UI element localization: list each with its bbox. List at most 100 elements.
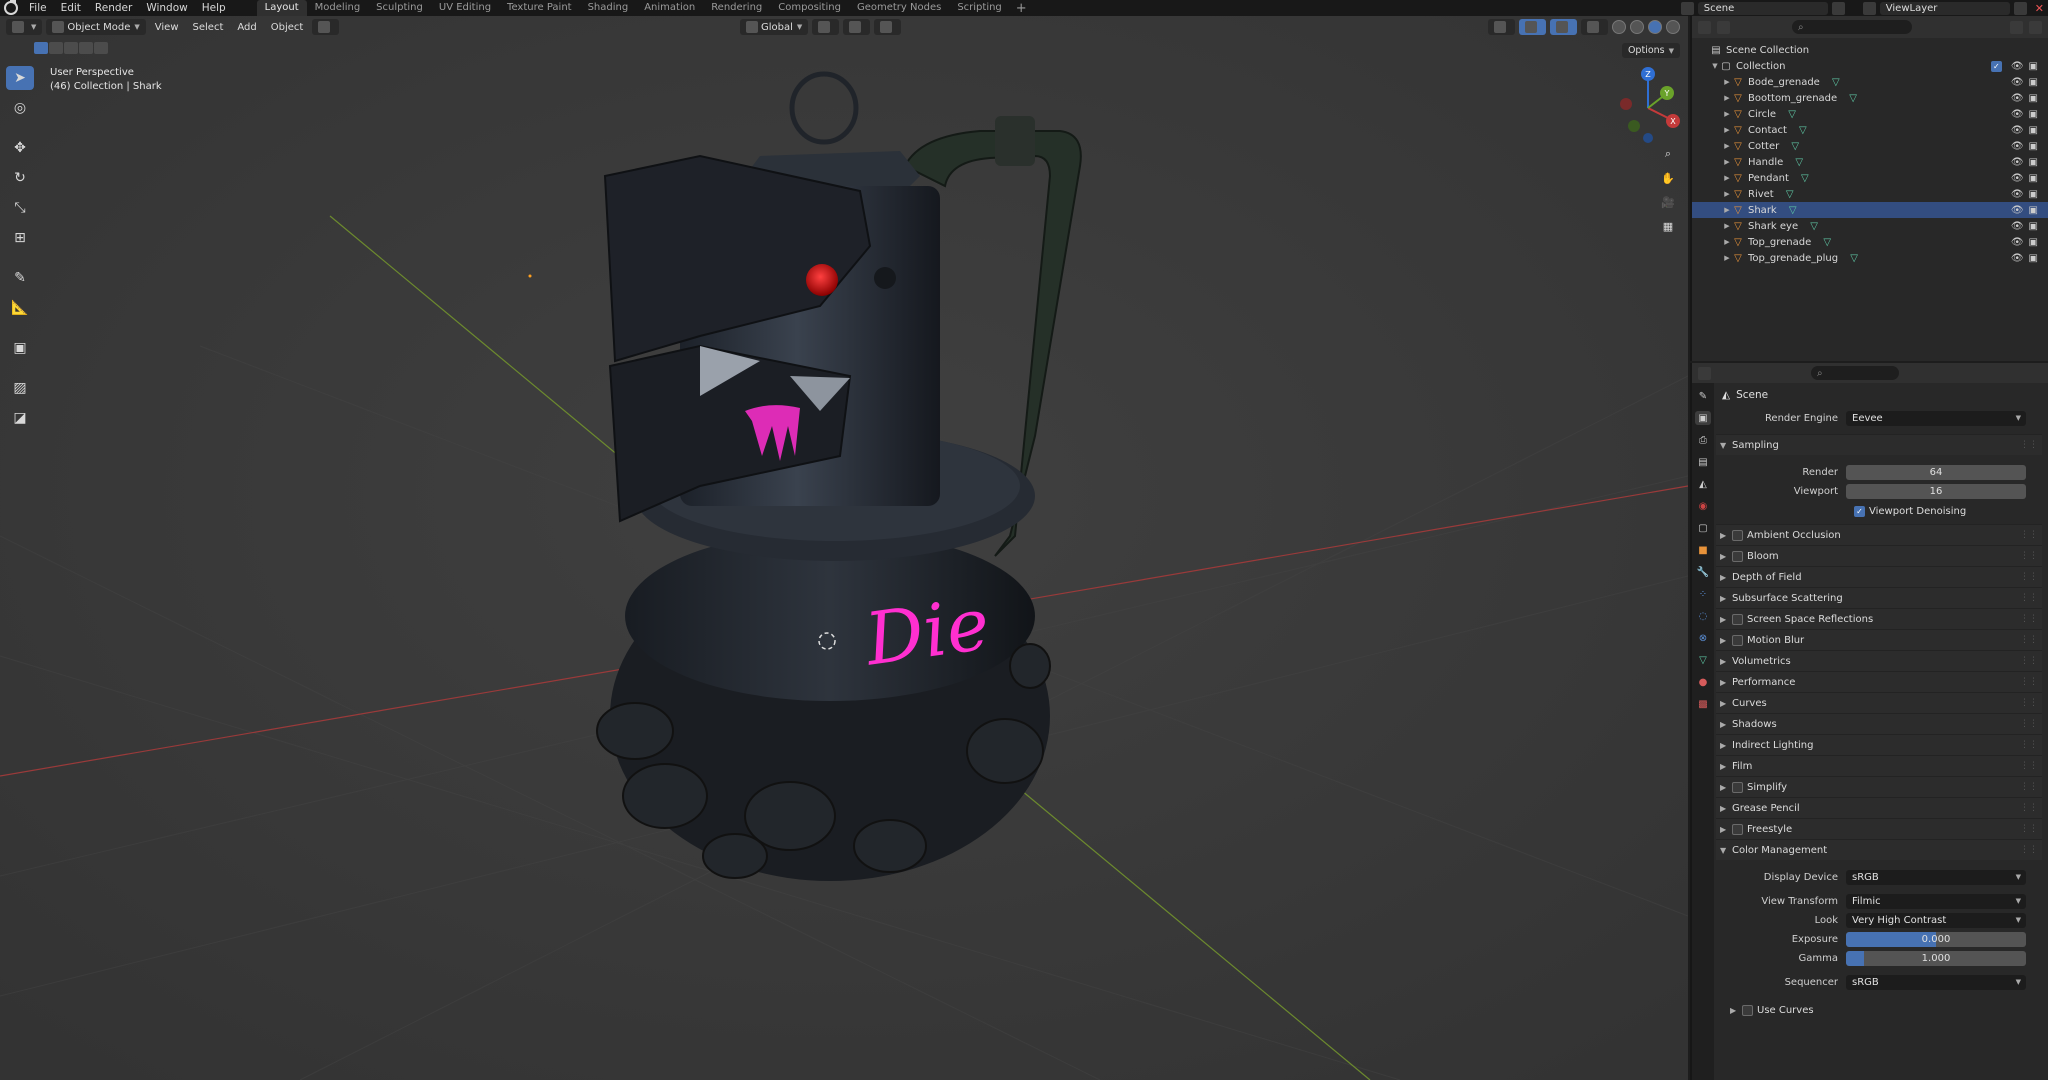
output-tab-icon[interactable]: ⎙	[1695, 433, 1711, 447]
material-tab-icon[interactable]: ●	[1695, 675, 1711, 689]
expand-icon[interactable]: ▶	[1722, 158, 1732, 166]
constraints-tab-icon[interactable]: ⊗	[1695, 631, 1711, 645]
render-panel-header[interactable]: ▶ Performance ⋮⋮	[1716, 671, 2042, 692]
modifier-tab-icon[interactable]: 🔧	[1695, 565, 1711, 579]
select-intersect-icon[interactable]	[94, 42, 108, 54]
expand-icon[interactable]: ▶	[1722, 238, 1732, 246]
zoom-icon[interactable]: ⌕	[1658, 144, 1678, 164]
view-layer-selector[interactable]: ViewLayer	[1879, 1, 2010, 15]
select-invert-icon[interactable]	[79, 42, 93, 54]
properties-editor-icon[interactable]	[1698, 366, 1711, 380]
cursor-tool[interactable]: ◎	[6, 96, 34, 120]
gamma-slider[interactable]: 1.000	[1846, 950, 2026, 966]
camera-icon[interactable]: ▣	[2029, 77, 2038, 88]
outliner-row-collection[interactable]: ▼ ▢ Collection ✓ 👁 ▣	[1692, 58, 2048, 74]
render-panel-header[interactable]: ▶ Film ⋮⋮	[1716, 755, 2042, 776]
drag-handle-icon[interactable]: ⋮⋮	[2020, 572, 2038, 582]
properties-search-input[interactable]: ⌕	[1811, 366, 1899, 380]
expand-icon[interactable]: ▶	[1722, 142, 1732, 150]
drag-handle-icon[interactable]: ⋮⋮	[2020, 656, 2038, 666]
mesh-data-icon[interactable]: ▽	[1787, 204, 1799, 216]
panel-enable-checkbox[interactable]	[1732, 613, 1743, 625]
drag-handle-icon[interactable]: ⋮⋮	[2020, 782, 2038, 792]
mesh-data-icon[interactable]: ▽	[1847, 92, 1859, 104]
material-shading-icon[interactable]	[1648, 20, 1662, 34]
object-tab-icon[interactable]: ■	[1695, 543, 1711, 557]
transform-tool[interactable]: ⊞	[6, 226, 34, 250]
render-tab-icon[interactable]: ▣	[1695, 411, 1711, 425]
outliner-search-input[interactable]: ⌕	[1792, 20, 1912, 34]
drag-handle-icon[interactable]: ⋮⋮	[2020, 803, 2038, 813]
sampling-panel-header[interactable]: ▼ Sampling ⋮⋮	[1716, 434, 2042, 455]
neg-y-axis-icon[interactable]	[1628, 120, 1640, 132]
drag-handle-icon[interactable]: ⋮⋮	[2020, 761, 2038, 771]
eye-icon[interactable]: 👁	[2011, 221, 2024, 232]
display-device-dropdown[interactable]: sRGB ▼	[1846, 869, 2026, 885]
expand-icon[interactable]: ▶	[1722, 222, 1732, 230]
panel-enable-checkbox[interactable]	[1732, 781, 1743, 793]
expand-icon[interactable]: ▶	[1722, 254, 1732, 262]
render-panel-header[interactable]: ▶ Grease Pencil ⋮⋮	[1716, 797, 2042, 818]
outliner-item[interactable]: ▶ ▽ Contact ▽ 👁 ▣	[1692, 122, 2048, 138]
outliner-item[interactable]: ▶ ▽ Circle ▽ 👁 ▣	[1692, 106, 2048, 122]
outliner-item[interactable]: ▶ ▽ Cotter ▽ 👁 ▣	[1692, 138, 2048, 154]
render-panel-header[interactable]: ▶ Bloom ⋮⋮	[1716, 545, 2042, 566]
exposure-slider[interactable]: 0.000	[1846, 931, 2026, 947]
expand-icon[interactable]: ▶	[1722, 126, 1732, 134]
physics-tab-icon[interactable]: ◌	[1695, 609, 1711, 623]
outliner-item[interactable]: ▶ ▽ Shark eye ▽ 👁 ▣	[1692, 218, 2048, 234]
camera-icon[interactable]: ▣	[2029, 205, 2038, 216]
data-tab-icon[interactable]: ▽	[1695, 653, 1711, 667]
drag-handle-icon[interactable]: ⋮⋮	[2020, 614, 2038, 624]
sequencer-dropdown[interactable]: sRGB ▼	[1846, 974, 2026, 990]
menu-file[interactable]: File	[22, 0, 54, 16]
drag-handle-icon[interactable]: ⋮⋮	[2020, 440, 2038, 450]
pivot-button[interactable]	[812, 19, 840, 35]
eye-icon[interactable]: 👁	[2011, 173, 2024, 184]
eye-icon[interactable]: 👁	[2011, 109, 2024, 120]
visibility-button[interactable]	[1488, 19, 1515, 35]
expand-icon[interactable]: ▶	[1722, 206, 1732, 214]
draw-tool[interactable]: ◪	[6, 406, 34, 430]
drag-handle-icon[interactable]: ⋮⋮	[2020, 530, 2038, 540]
viewport-menu-select[interactable]: Select	[188, 22, 229, 33]
new-scene-icon[interactable]	[1831, 1, 1845, 15]
particles-tab-icon[interactable]: ⁘	[1695, 587, 1711, 601]
viewport-samples-field[interactable]: 16	[1846, 483, 2026, 499]
mesh-data-icon[interactable]: ▽	[1789, 140, 1801, 152]
new-collection-icon[interactable]	[2029, 20, 2042, 34]
world-tab-icon[interactable]: ◉	[1695, 499, 1711, 513]
outliner-item[interactable]: ▶ ▽ Bode_grenade ▽ 👁 ▣	[1692, 74, 2048, 90]
camera-icon[interactable]: ▣	[2029, 157, 2038, 168]
orientation-selector[interactable]: Global ▼	[740, 19, 809, 35]
drag-handle-icon[interactable]: ⋮⋮	[2020, 698, 2038, 708]
editor-type-button[interactable]: ▼	[6, 19, 43, 35]
mesh-data-icon[interactable]: ▽	[1786, 108, 1798, 120]
mode-selector[interactable]: Object Mode ▼	[46, 19, 146, 35]
display-mode-icon[interactable]	[1717, 20, 1730, 34]
view-transform-dropdown[interactable]: Filmic ▼	[1846, 893, 2026, 909]
mesh-data-icon[interactable]: ▽	[1848, 252, 1860, 264]
camera-icon[interactable]: ▣	[2029, 93, 2038, 104]
eye-icon[interactable]: 👁	[2011, 77, 2024, 88]
camera-icon[interactable]: ▣	[2029, 221, 2038, 232]
outliner-row-scene-collection[interactable]: ▤ Scene Collection	[1692, 42, 2048, 58]
panel-enable-checkbox[interactable]	[1732, 823, 1743, 835]
options-button[interactable]: Options ▼	[1621, 43, 1680, 58]
panel-enable-checkbox[interactable]	[1732, 529, 1743, 541]
render-panel-header[interactable]: ▶ Motion Blur ⋮⋮	[1716, 629, 2042, 650]
navigation-gizmo[interactable]: Z X Y	[1610, 64, 1686, 144]
mesh-data-icon[interactable]: ▽	[1799, 172, 1811, 184]
viewport-denoising-checkbox[interactable]: ✓	[1854, 505, 1865, 517]
outliner-item[interactable]: ▶ ▽ Boottom_grenade ▽ 👁 ▣	[1692, 90, 2048, 106]
drag-handle-icon[interactable]: ⋮⋮	[2020, 593, 2038, 603]
tab-shading[interactable]: Shading	[580, 0, 637, 16]
collapse-icon[interactable]: ▼	[1710, 62, 1720, 70]
rendered-shading-icon[interactable]	[1666, 20, 1680, 34]
render-panel-header[interactable]: ▶ Ambient Occlusion ⋮⋮	[1716, 524, 2042, 545]
mesh-data-icon[interactable]: ▽	[1793, 156, 1805, 168]
scene-tab-icon[interactable]: ◭	[1695, 477, 1711, 491]
tab-scripting[interactable]: Scripting	[949, 0, 1009, 16]
expand-icon[interactable]: ▶	[1722, 78, 1732, 86]
render-panel-header[interactable]: ▶ Subsurface Scattering ⋮⋮	[1716, 587, 2042, 608]
